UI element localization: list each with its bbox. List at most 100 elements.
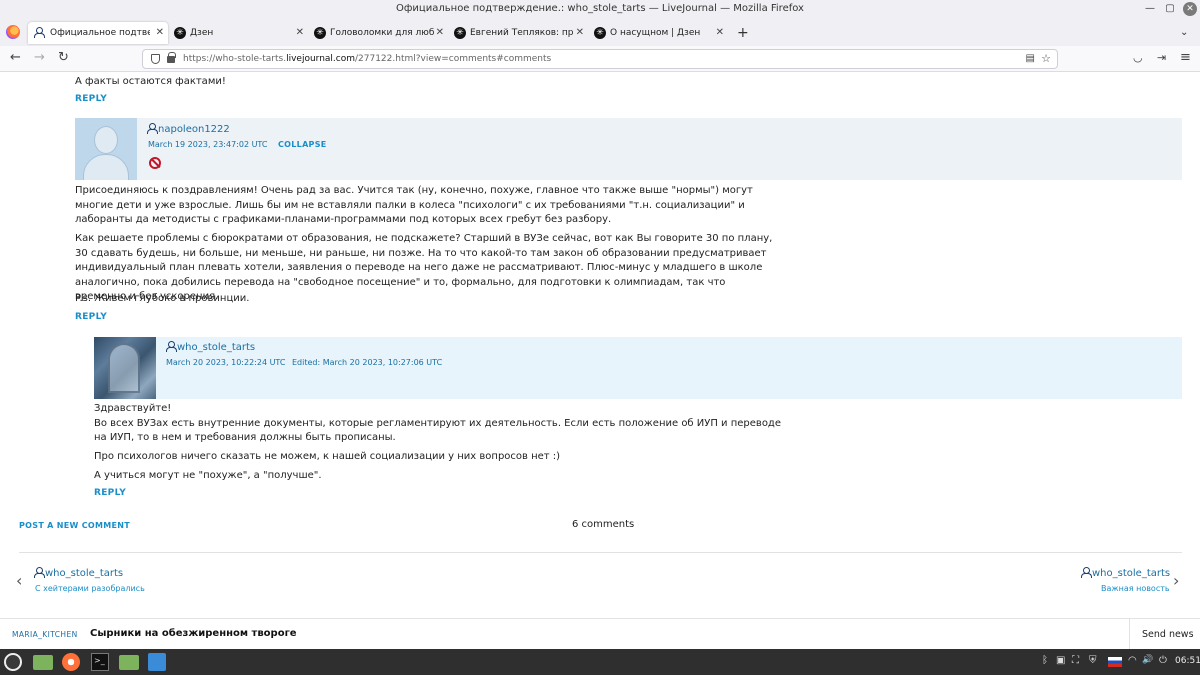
send-news-button[interactable]: Send news [1129,619,1194,650]
tab-nasushchnom[interactable]: ✳ О насущном | Дзен ✕ [588,22,728,44]
previous-post-arrow-icon[interactable]: ‹ [16,571,22,590]
url-domain: livejournal.com [286,54,355,64]
livejournal-user-icon [34,27,46,39]
new-tab-button[interactable]: + [737,22,749,44]
comment-date[interactable]: March 19 2023, 23:47:02 UTC [148,140,267,149]
comment-paragraph: Здравствуйте! Во всех ВУЗах есть внутрен… [94,403,781,443]
comment-header [75,118,1182,180]
clipboard-icon[interactable]: ▣ [1056,655,1065,666]
promo-source[interactable]: MARIA_KITCHEN [12,630,78,639]
files-folder-icon[interactable] [33,655,53,670]
minimize-button[interactable]: — [1142,1,1158,17]
window-title: Официальное подтверждение.: who_stole_ta… [396,3,804,14]
maximize-button[interactable]: ▢ [1162,1,1178,17]
previous-post-author[interactable]: who_stole_tarts [34,567,123,579]
clock[interactable]: 06:51 [1175,656,1200,666]
volume-icon[interactable]: 🔊 [1142,655,1153,665]
firefox-view-icon[interactable] [6,25,20,39]
tab-label: Дзен [190,28,214,38]
tab-label: Головоломки для любозна [330,28,434,38]
tab-dzen[interactable]: ✳ Дзен ✕ [168,22,308,44]
avatar[interactable] [75,118,137,180]
tab-puzzles[interactable]: ✳ Головоломки для любозна ✕ [308,22,448,44]
url-path: /277122.html?view=comments#comments [355,54,552,64]
reload-button[interactable]: ↻ [58,50,69,66]
taskbar: >_ ᛒ ▣ ⛶ ⛨ ◠ 🔊 ⏻ 06:51 [0,649,1200,675]
shield-tray-icon[interactable]: ⛨ [1089,655,1097,666]
reply-link[interactable]: REPLY [75,312,107,322]
previous-post-title[interactable]: С хейтерами разобрались [35,584,145,593]
comment-author-name: napoleon1222 [158,124,230,135]
tab-close-icon[interactable]: ✕ [296,22,304,44]
page-content: А факты остаются фактами! REPLY napoleon… [0,73,1200,618]
text-editor-icon[interactable] [148,653,166,671]
next-post-author[interactable]: who_stole_tarts [1081,567,1170,579]
mint-menu-icon[interactable] [4,653,22,671]
zen-icon: ✳ [314,27,326,39]
comment-header [94,337,1182,399]
window-titlebar: Официальное подтверждение.: who_stole_ta… [0,0,1200,18]
zen-icon: ✳ [594,27,606,39]
comment-paragraph: Про психологов ничего сказать не можем, … [94,451,561,462]
next-post-title[interactable]: Важная новость [1101,584,1170,593]
reader-view-icon[interactable]: ▤ [1026,50,1035,68]
pocket-icon[interactable]: ◡ [1133,50,1143,66]
tab-close-icon[interactable]: ✕ [156,22,164,44]
next-post-author-name: who_stole_tarts [1092,568,1171,579]
home-folder-icon[interactable] [119,655,139,670]
firefox-taskbar-icon[interactable] [62,653,80,671]
tab-label: Официальное подтвержде [50,28,150,38]
comment-edited: Edited: March 20 2023, 10:27:06 UTC [292,358,443,367]
bookmark-star-icon[interactable]: ☆ [1041,50,1051,68]
keyboard-layout-flag-icon[interactable] [1108,657,1122,667]
navigation-toolbar: ← → ↻ https://who-stole-tarts.livejourna… [0,46,1200,72]
user-icon [34,567,45,578]
wifi-icon[interactable]: ◠ [1128,655,1137,666]
tab-close-icon[interactable]: ✕ [716,22,724,44]
reply-link[interactable]: REPLY [75,94,107,104]
next-post-arrow-icon[interactable]: › [1173,571,1179,590]
tab-livejournal[interactable]: Официальное подтвержде ✕ [28,22,168,44]
comment-author[interactable]: napoleon1222 [147,123,230,135]
user-icon [147,123,158,134]
close-window-button[interactable]: ✕ [1183,2,1197,16]
user-icon [166,341,177,352]
back-button[interactable]: ← [10,50,21,66]
comment-date[interactable]: March 20 2023, 10:22:24 UTC [166,358,285,367]
tab-label: О насущном | Дзен [610,28,701,38]
zen-icon: ✳ [174,27,186,39]
comment-paragraph: P.s. Живем глубоко в провинции. [75,293,250,304]
zen-icon: ✳ [454,27,466,39]
terminal-icon[interactable]: >_ [91,653,109,671]
reply-link[interactable]: REPLY [94,488,126,498]
comments-count: 6 comments [572,519,635,530]
comment-paragraph: А учиться могут не "похуже", а "получше"… [94,470,322,481]
forward-button[interactable]: → [34,50,45,66]
tab-label: Евгений Тепляков: претен [470,28,574,38]
collapse-link[interactable]: COLLAPSE [278,140,327,149]
power-icon[interactable]: ⏻ [1159,655,1167,666]
url-prefix: https://who-stole-tarts. [183,54,287,64]
previous-comment-text: А факты остаются фактами! [75,76,226,87]
tab-teplyakov[interactable]: ✳ Евгений Тепляков: претен ✕ [448,22,588,44]
bluetooth-icon[interactable]: ᛒ [1042,655,1048,666]
news-promo-bar: MARIA_KITCHEN Сырники на обезжиренном тв… [0,618,1200,650]
tab-strip: Официальное подтвержде ✕ ✳ Дзен ✕ ✳ Голо… [0,18,1200,46]
post-new-comment-link[interactable]: POST A NEW COMMENT [19,521,130,530]
network-manager-icon[interactable]: ⛶ [1072,655,1079,666]
promo-title[interactable]: Сырники на обезжиренном твороге [90,628,297,639]
url-bar[interactable]: https://who-stole-tarts.livejournal.com/… [142,49,1058,69]
list-all-tabs-icon[interactable]: ⌄ [1180,27,1188,38]
previous-post-author-name: who_stole_tarts [45,568,124,579]
avatar[interactable] [94,337,156,399]
divider [19,552,1182,553]
comment-author-name: who_stole_tarts [177,342,256,353]
ban-icon[interactable] [149,157,161,169]
extensions-icon[interactable]: ⇥ [1157,50,1166,66]
tab-close-icon[interactable]: ✕ [576,22,584,44]
tab-close-icon[interactable]: ✕ [436,22,444,44]
lock-icon[interactable] [167,52,176,63]
app-menu-icon[interactable]: ≡ [1180,50,1191,66]
comment-author[interactable]: who_stole_tarts [166,341,255,353]
tracking-shield-icon[interactable] [151,54,160,64]
